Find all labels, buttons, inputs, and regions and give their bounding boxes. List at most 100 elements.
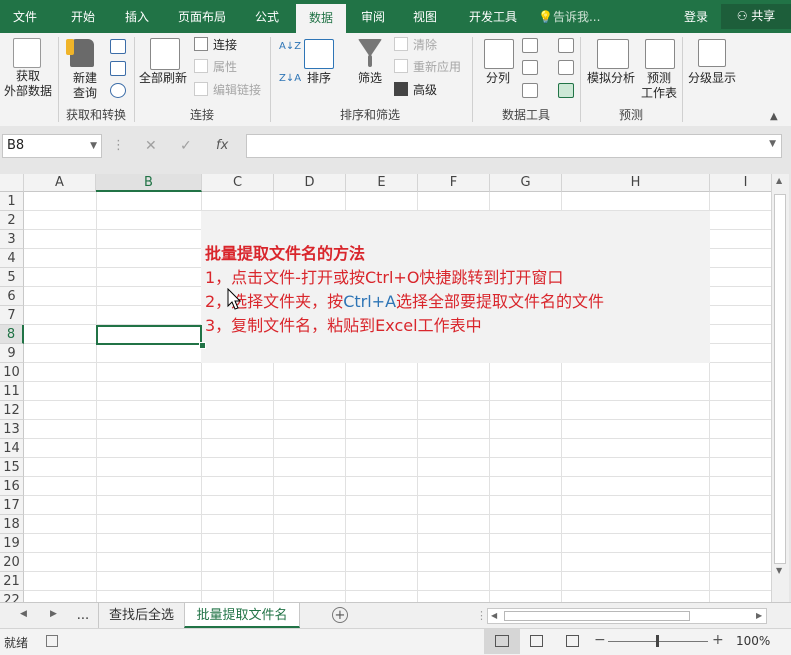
- zoom-slider-thumb[interactable]: [656, 635, 659, 647]
- row-header[interactable]: 18: [0, 515, 24, 534]
- scroll-up-icon[interactable]: ▲: [776, 176, 782, 185]
- tab-insert[interactable]: 插入: [112, 0, 162, 33]
- select-all-corner[interactable]: [0, 174, 24, 192]
- vertical-scrollbar[interactable]: ▲ ▼: [771, 174, 789, 602]
- add-sheet-button[interactable]: +: [332, 607, 348, 623]
- column-header[interactable]: D: [274, 174, 346, 192]
- row-header[interactable]: 11: [0, 382, 24, 401]
- row-header[interactable]: 12: [0, 401, 24, 420]
- page-layout-icon[interactable]: [530, 635, 543, 647]
- column-header[interactable]: E: [346, 174, 418, 192]
- row-header[interactable]: 1: [0, 192, 24, 211]
- data-model-icon[interactable]: [558, 83, 574, 98]
- flash-fill-icon[interactable]: [522, 38, 538, 53]
- scroll-thumb[interactable]: [774, 194, 786, 564]
- row-header[interactable]: 16: [0, 477, 24, 496]
- column-header[interactable]: G: [490, 174, 562, 192]
- edit-links-button[interactable]: 编辑链接: [194, 80, 261, 100]
- row-header[interactable]: 7: [0, 306, 24, 325]
- page-break-icon[interactable]: [566, 635, 579, 647]
- sheet-tab-find[interactable]: 查找后全选: [98, 603, 184, 628]
- column-header[interactable]: C: [202, 174, 274, 192]
- row-header[interactable]: 6: [0, 287, 24, 306]
- zoom-in-button[interactable]: +: [712, 632, 724, 648]
- row-header[interactable]: 13: [0, 420, 24, 439]
- sort-za-icon[interactable]: Z↓A: [279, 73, 301, 85]
- what-if-analysis-button[interactable]: 模拟分析: [584, 71, 638, 86]
- row-header[interactable]: 3: [0, 230, 24, 249]
- column-header[interactable]: F: [418, 174, 490, 192]
- show-queries-icon[interactable]: [110, 39, 126, 54]
- from-table-icon[interactable]: [110, 61, 126, 76]
- data-validation-icon[interactable]: [522, 83, 538, 98]
- recent-sources-icon[interactable]: [110, 83, 126, 98]
- expand-formula-icon[interactable]: ▼: [769, 139, 776, 149]
- share-button[interactable]: ⚇ 共享: [721, 4, 791, 29]
- active-cell-b8[interactable]: [96, 325, 202, 345]
- name-box[interactable]: B8 ▼: [2, 134, 102, 158]
- tab-data[interactable]: 数据: [296, 4, 346, 33]
- row-header[interactable]: 20: [0, 553, 24, 572]
- tab-review[interactable]: 审阅: [350, 0, 396, 33]
- row-header[interactable]: 21: [0, 572, 24, 591]
- column-header[interactable]: A: [24, 174, 96, 192]
- column-header[interactable]: B: [96, 174, 202, 192]
- row-header[interactable]: 8: [0, 325, 24, 344]
- clear-button[interactable]: 清除: [394, 35, 437, 55]
- zoom-out-button[interactable]: −: [594, 632, 606, 648]
- scroll-tabs-left-icon[interactable]: ◀: [20, 609, 27, 619]
- tab-home[interactable]: 开始: [58, 0, 108, 33]
- chevron-down-icon[interactable]: ▼: [90, 135, 97, 157]
- row-header[interactable]: 17: [0, 496, 24, 515]
- column-header[interactable]: H: [562, 174, 710, 192]
- connections-button[interactable]: 连接: [194, 35, 237, 55]
- row-header[interactable]: 9: [0, 344, 24, 363]
- text-to-columns-button[interactable]: 分列: [480, 71, 516, 86]
- scroll-right-icon[interactable]: ▶: [756, 611, 762, 620]
- enter-icon[interactable]: ✓: [180, 138, 192, 154]
- row-header[interactable]: 5: [0, 268, 24, 287]
- fill-handle[interactable]: [199, 342, 206, 349]
- tab-view[interactable]: 视图: [402, 0, 448, 33]
- scroll-left-icon[interactable]: ◀: [491, 611, 497, 620]
- sheet-tab-extract[interactable]: 批量提取文件名: [184, 603, 300, 628]
- cancel-icon[interactable]: ✕: [145, 138, 157, 154]
- insert-function-icon[interactable]: fx: [216, 138, 228, 153]
- relationships-icon[interactable]: [558, 60, 574, 75]
- more-sheets-button[interactable]: ...: [72, 603, 94, 628]
- consolidate-icon[interactable]: [558, 38, 574, 53]
- normal-view-button[interactable]: [484, 629, 520, 654]
- get-external-data-button[interactable]: 获取 外部数据: [0, 69, 56, 99]
- forecast-sheet-button[interactable]: 预测 工作表: [638, 71, 680, 101]
- scroll-down-icon[interactable]: ▼: [776, 566, 782, 575]
- outline-button[interactable]: 分级显示: [684, 71, 740, 86]
- row-header[interactable]: 14: [0, 439, 24, 458]
- advanced-button[interactable]: 高级: [394, 80, 437, 100]
- tab-developer[interactable]: 开发工具: [458, 0, 528, 33]
- worksheet-grid[interactable]: A B C D E F G H I 1 2 3 4 5 6 7 8 9 10 11 12 13 14 15 1…: [0, 174, 771, 602]
- tell-me-box[interactable]: 💡告诉我...: [538, 0, 618, 33]
- row-header[interactable]: 15: [0, 458, 24, 477]
- scroll-tabs-right-icon[interactable]: ▶: [50, 609, 57, 619]
- splitter-icon[interactable]: ⋮: [476, 609, 487, 622]
- refresh-all-button[interactable]: 全部刷新: [136, 71, 190, 86]
- row-header[interactable]: 22: [0, 591, 24, 602]
- tab-page-layout[interactable]: 页面布局: [168, 0, 236, 33]
- row-header[interactable]: 2: [0, 211, 24, 230]
- column-header[interactable]: I: [710, 174, 771, 192]
- row-header[interactable]: 19: [0, 534, 24, 553]
- horizontal-scroll-thumb[interactable]: [504, 611, 690, 621]
- tab-file[interactable]: 文件: [0, 0, 50, 33]
- horizontal-scrollbar[interactable]: ◀ ▶: [487, 608, 767, 624]
- row-header[interactable]: 4: [0, 249, 24, 268]
- properties-button[interactable]: 属性: [194, 57, 237, 77]
- login-link[interactable]: 登录: [676, 0, 716, 33]
- remove-duplicates-icon[interactable]: [522, 60, 538, 75]
- formula-input[interactable]: ▼: [246, 134, 782, 158]
- tab-formulas[interactable]: 公式: [244, 0, 290, 33]
- reapply-button[interactable]: 重新应用: [394, 57, 461, 77]
- collapse-ribbon-icon[interactable]: ▲: [770, 111, 778, 122]
- sort-button[interactable]: 排序: [300, 71, 338, 86]
- row-header[interactable]: 10: [0, 363, 24, 382]
- macro-record-icon[interactable]: [46, 635, 58, 647]
